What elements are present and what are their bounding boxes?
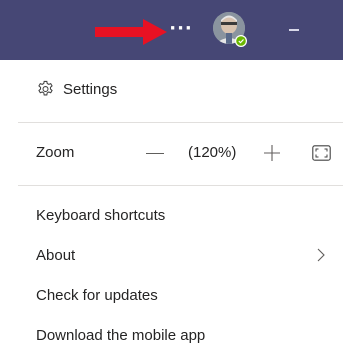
zoom-value: (120%): [188, 144, 237, 161]
about-menu-item[interactable]: About: [36, 247, 75, 264]
menu-divider: [18, 185, 343, 186]
gear-icon: [38, 80, 53, 96]
menu-divider: [18, 122, 343, 123]
settings-menu-item[interactable]: Settings: [63, 81, 117, 98]
zoom-out-button[interactable]: [146, 153, 164, 154]
plus-icon[interactable]: [263, 144, 281, 162]
avatar[interactable]: [212, 11, 250, 49]
check-for-updates-menu-item[interactable]: Check for updates: [36, 287, 158, 304]
title-bar: ···: [0, 0, 343, 60]
red-arrow-icon: [95, 19, 167, 45]
download-mobile-app-menu-item[interactable]: Download the mobile app: [36, 327, 205, 344]
keyboard-shortcuts-menu-item[interactable]: Keyboard shortcuts: [36, 207, 165, 224]
minimize-button[interactable]: [289, 29, 299, 31]
fullscreen-icon[interactable]: [312, 145, 331, 161]
more-options-button[interactable]: ···: [168, 18, 194, 42]
status-badge: [236, 36, 246, 46]
zoom-label: Zoom: [36, 144, 75, 161]
chevron-right-icon: [317, 248, 325, 262]
settings-menu: Settings Zoom (120%) Keyboard shortcuts …: [0, 60, 343, 346]
